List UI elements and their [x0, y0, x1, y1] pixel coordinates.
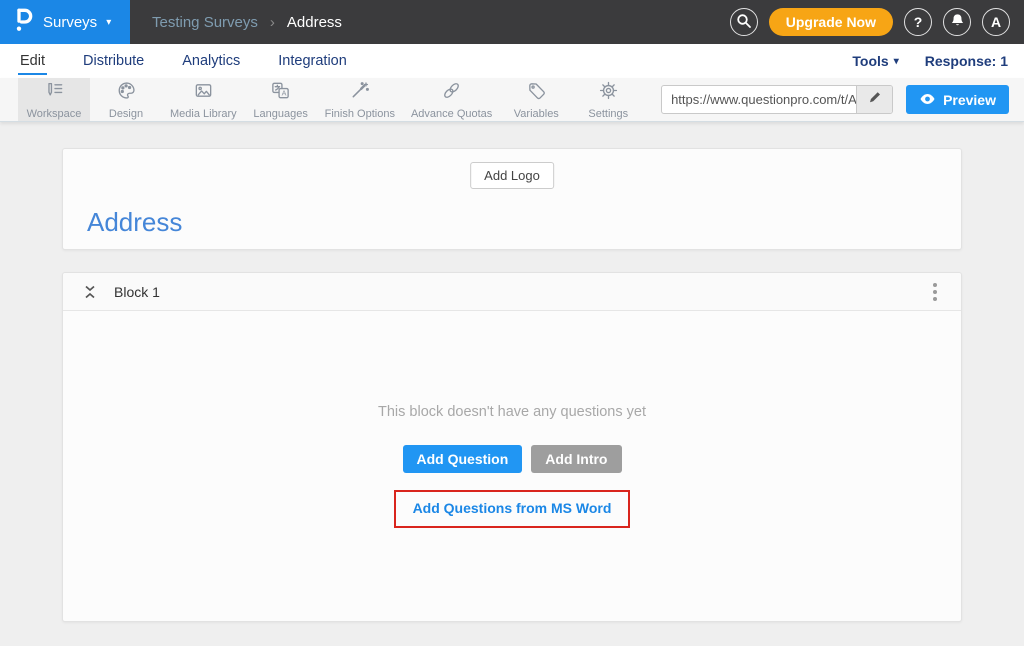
survey-url-value[interactable]: https://www.questionpro.com/t/A [662, 86, 856, 113]
block-card: Block 1 This block doesn't have any ques… [62, 272, 962, 622]
toolbar-item-finish-options[interactable]: Finish Options [317, 78, 403, 121]
block-header: Block 1 [63, 273, 961, 311]
breadcrumb-separator-icon: › [270, 14, 275, 31]
toolbar-item-label: Variables [514, 108, 559, 120]
toolbar-right: https://www.questionpro.com/t/A [661, 78, 1009, 121]
tab-edit[interactable]: Edit [18, 47, 47, 75]
toolbar-item-label: Media Library [170, 108, 237, 120]
workspace-icon [44, 80, 65, 106]
preview-label: Preview [943, 92, 996, 108]
section-nav: Edit Distribute Analytics Integration To… [0, 44, 1024, 78]
pencil-icon [868, 90, 882, 109]
chevron-down-icon: ▾ [894, 56, 899, 67]
add-logo-button[interactable]: Add Logo [470, 162, 554, 189]
block-menu-button[interactable] [925, 278, 945, 306]
avatar[interactable]: A [982, 8, 1010, 36]
product-switcher[interactable]: Surveys ▾ [0, 0, 130, 44]
image-icon [193, 80, 214, 106]
tab-distribute[interactable]: Distribute [81, 47, 146, 75]
questionpro-logo-icon [14, 7, 34, 37]
magic-wand-icon [349, 80, 370, 106]
gear-icon [598, 80, 619, 106]
toolbar-item-label: Advance Quotas [411, 108, 492, 120]
bell-icon [950, 13, 965, 31]
topbar-actions: Upgrade Now ? A [730, 8, 1010, 36]
toolbar-item-languages[interactable]: A Languages [245, 78, 317, 121]
tools-label: Tools [852, 53, 888, 69]
kebab-dot [933, 283, 937, 287]
notifications-button[interactable] [943, 8, 971, 36]
section-nav-items: Edit Distribute Analytics Integration [18, 47, 349, 75]
block-empty-state: This block doesn't have any questions ye… [63, 311, 961, 621]
upgrade-now-button[interactable]: Upgrade Now [769, 8, 893, 36]
question-mark-icon: ? [914, 14, 923, 30]
block-name[interactable]: Block 1 [114, 284, 160, 300]
toolbar-item-settings[interactable]: Settings [572, 78, 644, 121]
add-question-button[interactable]: Add Question [403, 445, 523, 473]
empty-state-actions: Add Question Add Intro [403, 445, 622, 473]
app-window: Surveys ▾ Testing Surveys › Address Upgr… [0, 0, 1024, 646]
top-bar: Surveys ▾ Testing Surveys › Address Upgr… [0, 0, 1024, 44]
kebab-dot [933, 290, 937, 294]
tag-icon [526, 80, 547, 106]
kebab-dot [933, 297, 937, 301]
toolbar-item-advance-quotas[interactable]: Advance Quotas [403, 78, 500, 121]
tab-analytics[interactable]: Analytics [180, 47, 242, 75]
toolbar-item-workspace[interactable]: Workspace [18, 78, 90, 121]
add-intro-button[interactable]: Add Intro [531, 445, 621, 473]
chain-link-icon [441, 80, 462, 106]
palette-icon [116, 80, 137, 106]
section-nav-right: Tools ▾ Response: 1 [852, 53, 1008, 69]
survey-toolbar: Workspace Design [0, 78, 1024, 122]
empty-block-message: This block doesn't have any questions ye… [378, 404, 646, 420]
search-button[interactable] [730, 8, 758, 36]
toolbar-item-variables[interactable]: Variables [500, 78, 572, 121]
help-button[interactable]: ? [904, 8, 932, 36]
survey-header-card: Add Logo Address [62, 148, 962, 250]
chevron-down-icon: ▾ [106, 17, 111, 28]
tab-integration[interactable]: Integration [276, 47, 349, 75]
collapse-block-button[interactable] [83, 284, 97, 300]
toolbar-item-label: Settings [588, 108, 628, 120]
toolbar-item-design[interactable]: Design [90, 78, 162, 121]
eye-icon [919, 92, 936, 108]
add-questions-from-ms-word-link[interactable]: Add Questions from MS Word [413, 500, 612, 516]
toolbar-item-label: Workspace [27, 108, 82, 120]
red-highlight-box: Add Questions from MS Word [394, 490, 631, 528]
survey-url-field: https://www.questionpro.com/t/A [661, 85, 893, 114]
svg-text:A: A [282, 90, 287, 98]
toolbar-item-label: Languages [253, 108, 307, 120]
tools-dropdown[interactable]: Tools ▾ [852, 53, 898, 69]
preview-button[interactable]: Preview [906, 85, 1009, 114]
breadcrumb-current: Address [287, 14, 342, 31]
edit-url-button[interactable] [856, 86, 892, 113]
breadcrumb-parent[interactable]: Testing Surveys [152, 14, 258, 31]
breadcrumb: Testing Surveys › Address [152, 14, 342, 31]
response-count[interactable]: Response: 1 [925, 53, 1008, 69]
toolbar-item-media-library[interactable]: Media Library [162, 78, 245, 121]
toolbar-item-label: Finish Options [325, 108, 395, 120]
product-name: Surveys [43, 14, 97, 31]
search-icon [736, 13, 752, 32]
survey-editor-content: Add Logo Address Block 1 This [0, 122, 1024, 622]
toolbar-item-label: Design [109, 108, 143, 120]
translate-icon: A [270, 80, 291, 106]
survey-title[interactable]: Address [87, 207, 182, 238]
